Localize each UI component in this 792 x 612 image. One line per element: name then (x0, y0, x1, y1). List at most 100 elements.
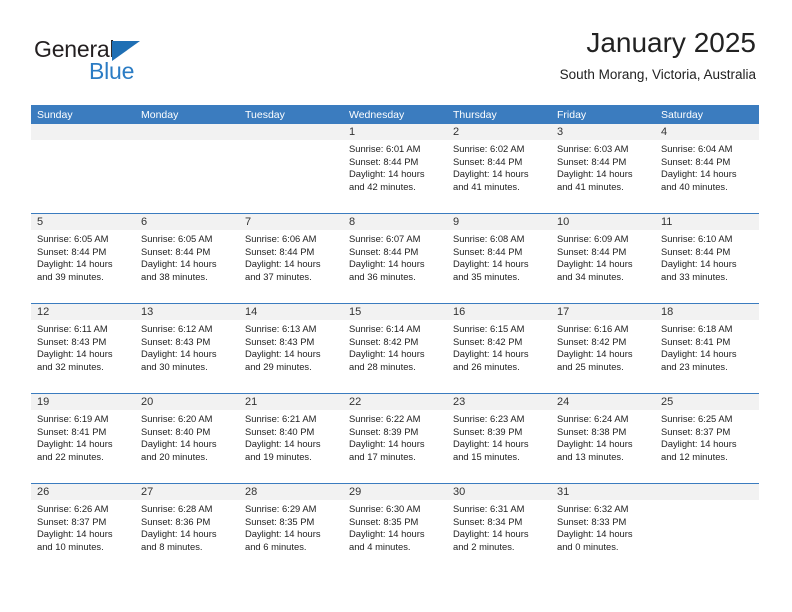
day-detail-line: Sunset: 8:35 PM (245, 515, 315, 527)
day-detail-line: Daylight: 14 hours (453, 168, 529, 180)
day-details: Sunrise: 6:09 AM Sunset: 8:44 PM Daylight:… (551, 230, 655, 283)
day-details: Sunrise: 6:29 AM Sunset: 8:35 PM Daylight:… (239, 500, 343, 553)
day-number: 11 (655, 214, 759, 230)
title-block: January 2025 South Morang, Victoria, Aus… (560, 26, 756, 85)
day-detail-line: Sunrise: 6:23 AM (453, 413, 525, 424)
day-detail-line: and 4 minutes. (349, 540, 411, 552)
day-detail-line: and 38 minutes. (141, 270, 208, 282)
calendar-day-cell[interactable]: 18 Sunrise: 6:18 AM Sunset: 8:41 PM Dayligh… (655, 304, 759, 393)
calendar-day-cell[interactable]: 13 Sunrise: 6:12 AM Sunset: 8:43 PM Dayligh… (135, 304, 239, 393)
calendar-day-cell[interactable]: 15 Sunrise: 6:14 AM Sunset: 8:42 PM Dayligh… (343, 304, 447, 393)
day-detail-line: Sunrise: 6:04 AM (661, 143, 733, 154)
day-number: 5 (31, 214, 135, 230)
day-number: 13 (135, 304, 239, 320)
day-number: 12 (31, 304, 135, 320)
day-number: 6 (135, 214, 239, 230)
calendar-day-cell[interactable]: 10 Sunrise: 6:09 AM Sunset: 8:44 PM Dayligh… (551, 214, 655, 303)
day-number: 25 (655, 394, 759, 410)
day-detail-line: and 40 minutes. (661, 180, 728, 192)
day-detail-line: Sunset: 8:44 PM (453, 245, 523, 257)
calendar-day-cell[interactable]: 21 Sunrise: 6:21 AM Sunset: 8:40 PM Dayligh… (239, 394, 343, 483)
day-details: Sunrise: 6:04 AM Sunset: 8:44 PM Daylight:… (655, 140, 759, 193)
calendar-day-cell[interactable]: 7 Sunrise: 6:06 AM Sunset: 8:44 PM Daylight… (239, 214, 343, 303)
day-details: Sunrise: 6:14 AM Sunset: 8:42 PM Daylight:… (343, 320, 447, 373)
day-number: 20 (135, 394, 239, 410)
day-details: Sunrise: 6:19 AM Sunset: 8:41 PM Daylight:… (31, 410, 135, 463)
calendar-day-cell[interactable]: 23 Sunrise: 6:23 AM Sunset: 8:39 PM Dayligh… (447, 394, 551, 483)
day-detail-line: Sunset: 8:37 PM (37, 515, 107, 527)
general-blue-logo[interactable]: General Blue (34, 36, 164, 84)
calendar-day-cell[interactable]: 19 Sunrise: 6:19 AM Sunset: 8:41 PM Dayligh… (31, 394, 135, 483)
day-number: 31 (551, 484, 655, 500)
calendar-day-cell[interactable]: 11 Sunrise: 6:10 AM Sunset: 8:44 PM Dayligh… (655, 214, 759, 303)
day-detail-line: Daylight: 14 hours (141, 528, 217, 540)
day-details: Sunrise: 6:13 AM Sunset: 8:43 PM Daylight:… (239, 320, 343, 373)
day-number: 22 (343, 394, 447, 410)
calendar-day-cell[interactable]: 1 Sunrise: 6:01 AM Sunset: 8:44 PM Daylight… (343, 124, 447, 213)
calendar-day-cell[interactable]: 22 Sunrise: 6:22 AM Sunset: 8:39 PM Dayligh… (343, 394, 447, 483)
day-number: 16 (447, 304, 551, 320)
day-detail-line: Sunrise: 6:18 AM (661, 323, 733, 334)
day-detail-line: and 34 minutes. (557, 270, 624, 282)
day-detail-line: Sunset: 8:34 PM (453, 515, 523, 527)
calendar-day-cell[interactable]: 2 Sunrise: 6:02 AM Sunset: 8:44 PM Daylight… (447, 124, 551, 213)
calendar-day-cell[interactable]: 14 Sunrise: 6:13 AM Sunset: 8:43 PM Dayligh… (239, 304, 343, 393)
day-details: Sunrise: 6:12 AM Sunset: 8:43 PM Daylight:… (135, 320, 239, 373)
day-detail-line: Sunrise: 6:32 AM (557, 503, 629, 514)
day-detail-line: Sunrise: 6:26 AM (37, 503, 109, 514)
day-detail-line: Sunset: 8:44 PM (557, 245, 627, 257)
day-detail-line: Sunset: 8:35 PM (349, 515, 419, 527)
calendar-day-cell[interactable]: 27 Sunrise: 6:28 AM Sunset: 8:36 PM Dayligh… (135, 484, 239, 573)
calendar-day-cell[interactable]: 24 Sunrise: 6:24 AM Sunset: 8:38 PM Dayligh… (551, 394, 655, 483)
calendar-day-cell[interactable]: 20 Sunrise: 6:20 AM Sunset: 8:40 PM Dayligh… (135, 394, 239, 483)
day-detail-line: Sunrise: 6:08 AM (453, 233, 525, 244)
day-detail-line: Sunrise: 6:19 AM (37, 413, 109, 424)
calendar-day-cell[interactable]: 16 Sunrise: 6:15 AM Sunset: 8:42 PM Dayligh… (447, 304, 551, 393)
day-number (31, 124, 135, 140)
day-detail-line: Sunset: 8:39 PM (349, 425, 419, 437)
day-detail-line: Daylight: 14 hours (661, 168, 737, 180)
calendar-day-cell[interactable]: 4 Sunrise: 6:04 AM Sunset: 8:44 PM Daylight… (655, 124, 759, 213)
calendar-day-cell[interactable]: 26 Sunrise: 6:26 AM Sunset: 8:37 PM Dayligh… (31, 484, 135, 573)
day-details: Sunrise: 6:32 AM Sunset: 8:33 PM Daylight:… (551, 500, 655, 553)
calendar-day-cell-empty (655, 484, 759, 573)
day-detail-line: Daylight: 14 hours (453, 528, 529, 540)
day-detail-line: Sunset: 8:44 PM (141, 245, 211, 257)
day-details (31, 140, 135, 143)
day-details: Sunrise: 6:23 AM Sunset: 8:39 PM Daylight:… (447, 410, 551, 463)
day-detail-line: and 37 minutes. (245, 270, 312, 282)
day-details: Sunrise: 6:24 AM Sunset: 8:38 PM Daylight:… (551, 410, 655, 463)
calendar-day-cell[interactable]: 6 Sunrise: 6:05 AM Sunset: 8:44 PM Daylight… (135, 214, 239, 303)
calendar-day-cell[interactable]: 8 Sunrise: 6:07 AM Sunset: 8:44 PM Daylight… (343, 214, 447, 303)
day-details: Sunrise: 6:22 AM Sunset: 8:39 PM Daylight:… (343, 410, 447, 463)
calendar-day-cell[interactable]: 12 Sunrise: 6:11 AM Sunset: 8:43 PM Dayligh… (31, 304, 135, 393)
day-detail-line: Sunset: 8:37 PM (661, 425, 731, 437)
day-detail-line: Sunset: 8:42 PM (349, 335, 419, 347)
day-number: 1 (343, 124, 447, 140)
calendar-week-row: 5 Sunrise: 6:05 AM Sunset: 8:44 PM Daylight… (31, 213, 759, 303)
calendar-day-cell[interactable]: 30 Sunrise: 6:31 AM Sunset: 8:34 PM Dayligh… (447, 484, 551, 573)
calendar-day-cell[interactable]: 29 Sunrise: 6:30 AM Sunset: 8:35 PM Dayligh… (343, 484, 447, 573)
calendar-day-cell[interactable]: 25 Sunrise: 6:25 AM Sunset: 8:37 PM Dayligh… (655, 394, 759, 483)
calendar-day-cell-empty (31, 124, 135, 213)
day-detail-line: Daylight: 14 hours (141, 348, 217, 360)
calendar-day-cell[interactable]: 28 Sunrise: 6:29 AM Sunset: 8:35 PM Dayligh… (239, 484, 343, 573)
calendar-day-cell[interactable]: 3 Sunrise: 6:03 AM Sunset: 8:44 PM Daylight… (551, 124, 655, 213)
weekday-header-tuesday: Tuesday (245, 109, 285, 121)
day-details: Sunrise: 6:08 AM Sunset: 8:44 PM Daylight:… (447, 230, 551, 283)
day-detail-line: Sunrise: 6:21 AM (245, 413, 317, 424)
calendar-day-cell[interactable]: 5 Sunrise: 6:05 AM Sunset: 8:44 PM Daylight… (31, 214, 135, 303)
calendar-day-cell[interactable]: 9 Sunrise: 6:08 AM Sunset: 8:44 PM Daylight… (447, 214, 551, 303)
day-detail-line: and 8 minutes. (141, 540, 203, 552)
day-number: 4 (655, 124, 759, 140)
day-number: 14 (239, 304, 343, 320)
day-number: 10 (551, 214, 655, 230)
day-detail-line: Sunrise: 6:24 AM (557, 413, 629, 424)
calendar-day-cell[interactable]: 17 Sunrise: 6:16 AM Sunset: 8:42 PM Dayligh… (551, 304, 655, 393)
calendar-day-cell[interactable]: 31 Sunrise: 6:32 AM Sunset: 8:33 PM Dayligh… (551, 484, 655, 573)
day-detail-line: and 0 minutes. (557, 540, 619, 552)
day-detail-line: Sunset: 8:44 PM (349, 155, 419, 167)
day-detail-line: Sunset: 8:43 PM (245, 335, 315, 347)
day-details: Sunrise: 6:25 AM Sunset: 8:37 PM Daylight:… (655, 410, 759, 463)
weekday-header-sunday: Sunday (37, 109, 73, 121)
